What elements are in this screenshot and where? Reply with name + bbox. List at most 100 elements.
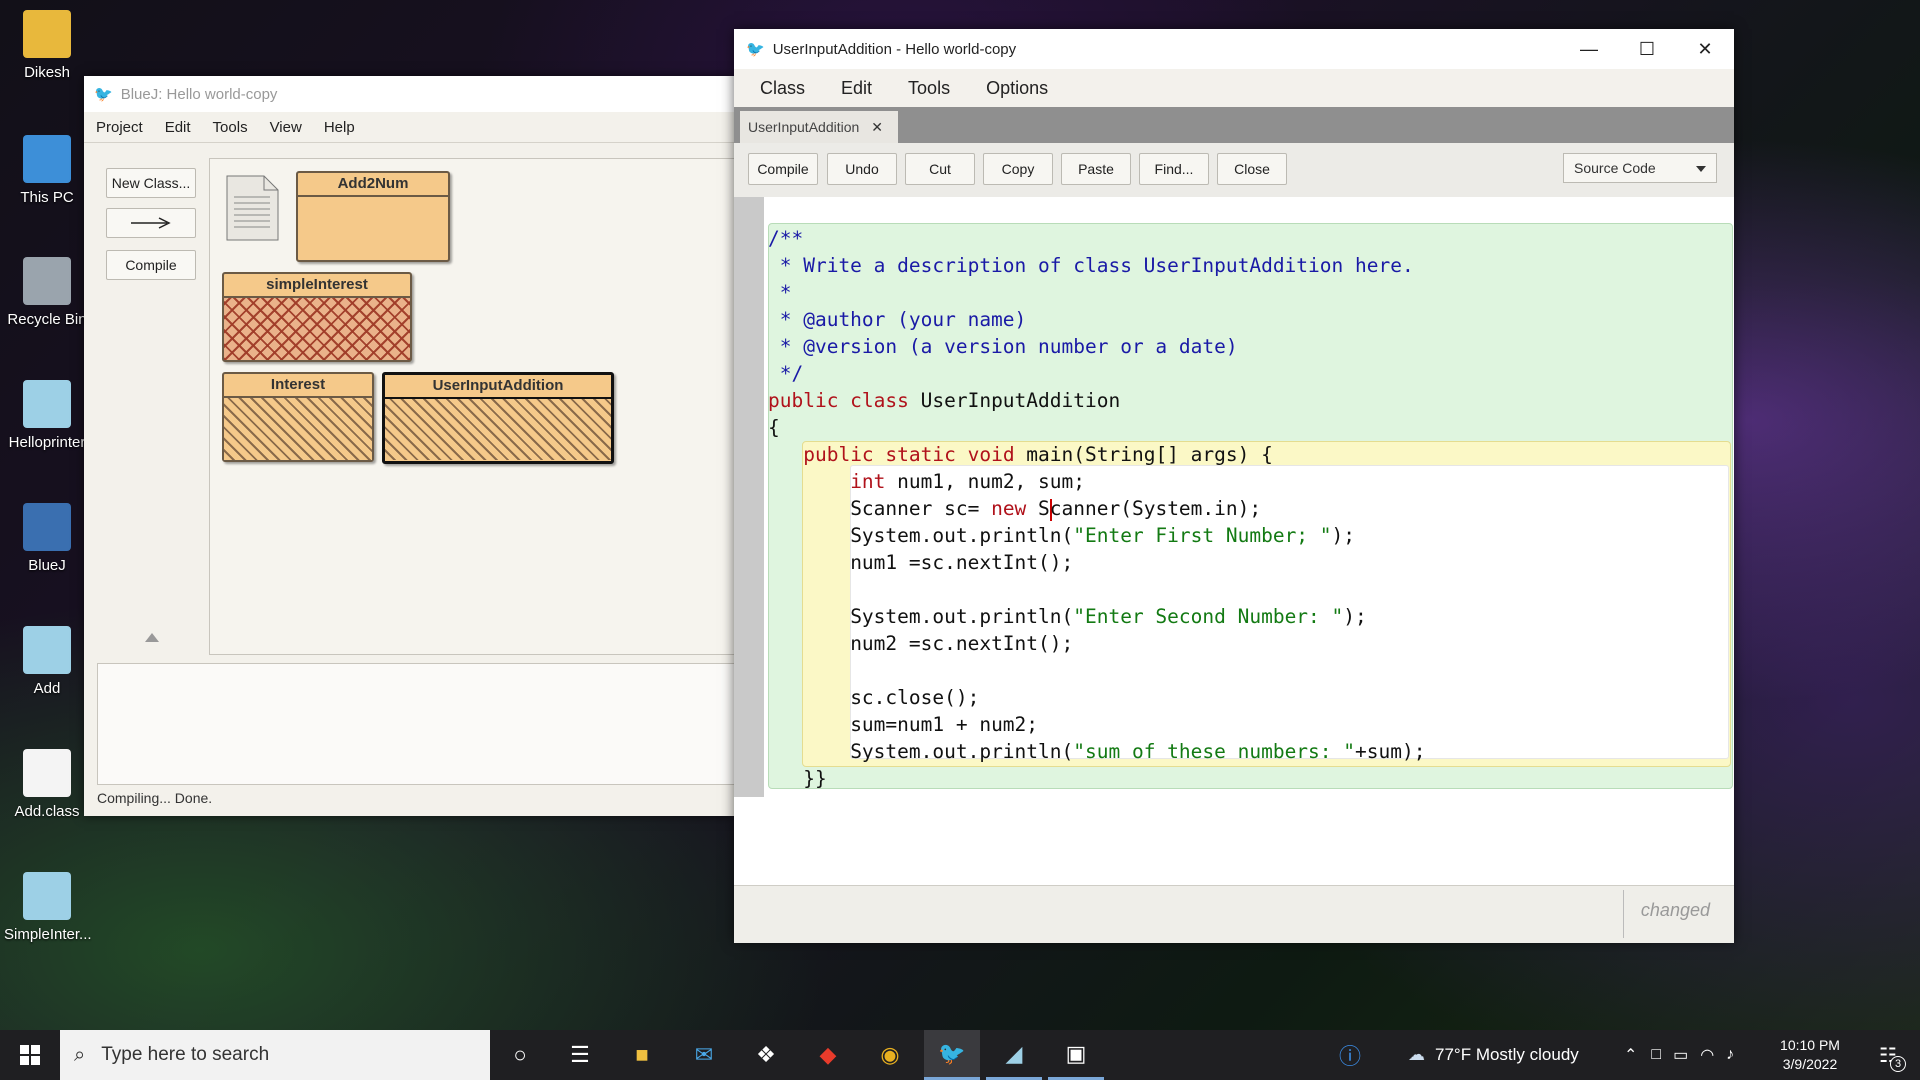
chevron-up-icon[interactable]: ⌃ xyxy=(1624,1045,1637,1065)
menu-edit[interactable]: Edit xyxy=(841,78,872,99)
compile-button[interactable]: Compile xyxy=(106,250,196,280)
desktop-icon-dikesh[interactable]: Dikesh xyxy=(4,10,90,81)
desktop-icon-simpleinter[interactable]: SimpleInter... xyxy=(4,872,92,943)
desktop-icon-this-pc[interactable]: This PC xyxy=(4,135,90,206)
class-name: Add2Num xyxy=(298,173,448,197)
menu-help[interactable]: Help xyxy=(324,119,355,136)
menu-options[interactable]: Options xyxy=(986,78,1048,99)
desktop-icon-recycle-bin[interactable]: Recycle Bin xyxy=(4,257,90,328)
title-bar: 🐦 BlueJ: Hello world-copy xyxy=(84,76,734,112)
app-diamond-icon[interactable]: ◆ xyxy=(800,1030,856,1080)
code-line: * @version (a version number or a date) xyxy=(768,335,1238,358)
mail-icon[interactable]: ✉ xyxy=(676,1030,732,1080)
bluej-editor-taskbar-icon[interactable]: ◢ xyxy=(986,1030,1042,1080)
line-gutter xyxy=(734,197,764,797)
class-simpleinterest[interactable]: simpleInterest xyxy=(222,272,412,362)
compile-error-pattern xyxy=(224,298,410,360)
device-icon[interactable]: □ xyxy=(1651,1046,1661,1064)
source-code[interactable]: /** * Write a description of class UserI… xyxy=(768,225,1425,792)
bluej-bird-icon: 🐦 xyxy=(746,41,765,58)
find-button[interactable]: Find... xyxy=(1139,153,1209,185)
code-editor[interactable]: /** * Write a description of class UserI… xyxy=(734,197,1734,887)
cloud-icon: ☁ xyxy=(1408,1045,1425,1064)
code-string: "Enter Second Number: " xyxy=(1073,605,1344,628)
dropbox-icon[interactable]: ❖ xyxy=(738,1030,794,1080)
clock[interactable]: 10:10 PM 3/9/2022 xyxy=(1770,1036,1850,1074)
window-title: UserInputAddition - Hello world-copy xyxy=(772,40,1017,58)
arrow-button[interactable] xyxy=(106,208,196,238)
volume-icon[interactable]: ♪ xyxy=(1726,1046,1734,1064)
wifi-icon[interactable]: ◠ xyxy=(1700,1045,1714,1065)
menu-tools[interactable]: Tools xyxy=(908,78,950,99)
bluej-file-icon xyxy=(23,380,71,428)
tab-strip: UserInputAddition ✕ xyxy=(734,107,1734,143)
compile-button[interactable]: Compile xyxy=(748,153,818,185)
code-line: * xyxy=(768,281,792,304)
notification-center-icon[interactable]: ☷ 3 xyxy=(1860,1030,1916,1080)
class-add2num[interactable]: Add2Num xyxy=(296,171,450,262)
view-select[interactable]: Source Code xyxy=(1563,153,1717,183)
cut-button[interactable]: Cut xyxy=(905,153,975,185)
menu-bar: Project Edit Tools View Help xyxy=(84,112,734,143)
code-keyword: int xyxy=(850,470,886,493)
bluej-main-window: 🐦 BlueJ: Hello world-copy Project Edit T… xyxy=(84,76,751,816)
maximize-button[interactable]: ☐ xyxy=(1618,29,1676,69)
class-userinputaddition[interactable]: UserInputAddition xyxy=(382,372,614,464)
code-keyword: public static void xyxy=(803,443,1015,466)
menu-view[interactable]: View xyxy=(270,119,302,136)
desktop-icon-bluej[interactable]: BlueJ xyxy=(4,503,90,574)
code-text: System.out.println( xyxy=(850,740,1074,763)
desktop-icon-add[interactable]: Add xyxy=(4,626,90,697)
file-explorer-icon[interactable]: ■ xyxy=(614,1030,670,1080)
taskbar-search-box[interactable]: ⌕ Type here to search xyxy=(60,1030,490,1080)
system-tray[interactable]: ⌃ □ ▭ ◠ ♪ xyxy=(1624,1030,1734,1080)
weather-text: 77°F Mostly cloudy xyxy=(1435,1045,1579,1064)
undo-button[interactable]: Undo xyxy=(827,153,897,185)
chrome-icon[interactable]: ◉ xyxy=(862,1030,918,1080)
window-title: BlueJ: Hello world-copy xyxy=(120,85,278,103)
clock-time: 10:10 PM xyxy=(1780,1037,1840,1053)
code-line: num1 =sc.nextInt(); xyxy=(850,551,1074,574)
clock-date: 3/9/2022 xyxy=(1782,1056,1838,1072)
uncompiled-pattern xyxy=(224,398,372,460)
code-string: "Enter First Number; " xyxy=(1073,524,1332,547)
class-interest[interactable]: Interest xyxy=(222,372,374,462)
uncompiled-pattern xyxy=(385,399,611,460)
terminal-icon[interactable]: ▣ xyxy=(1048,1030,1104,1080)
tab-userinputaddition[interactable]: UserInputAddition ✕ xyxy=(740,111,898,143)
menu-project[interactable]: Project xyxy=(96,119,143,136)
code-text: canner(System.in); xyxy=(1049,497,1262,520)
status-divider xyxy=(1623,890,1624,938)
bluej-taskbar-icon[interactable]: 🐦 xyxy=(924,1030,980,1080)
menu-class[interactable]: Class xyxy=(760,78,805,99)
desktop-icon-helloprinter[interactable]: Helloprinter xyxy=(4,380,90,451)
copy-button[interactable]: Copy xyxy=(983,153,1053,185)
weather-widget[interactable]: ☁ 77°F Mostly cloudy xyxy=(1408,1030,1579,1080)
code-text: main(String[] args) { xyxy=(1014,443,1273,466)
new-class-button[interactable]: New Class... xyxy=(106,168,196,198)
paste-button[interactable]: Paste xyxy=(1061,153,1131,185)
battery-icon[interactable]: ▭ xyxy=(1673,1045,1688,1065)
code-string: "sum of these numbers: " xyxy=(1073,740,1356,763)
readme-document-icon[interactable] xyxy=(226,175,280,241)
code-line: /** xyxy=(768,227,804,250)
menu-edit[interactable]: Edit xyxy=(165,119,191,136)
menu-tools[interactable]: Tools xyxy=(213,119,248,136)
editor-window: 🐦 UserInputAddition - Hello world-copy —… xyxy=(734,29,1734,943)
code-text: S xyxy=(1026,497,1050,520)
bluej-bird-icon: 🐦 xyxy=(94,86,113,103)
class-name: simpleInterest xyxy=(224,274,410,298)
help-icon[interactable]: ⓘ xyxy=(1322,1030,1378,1080)
minimize-button[interactable]: — xyxy=(1560,29,1618,69)
code-line: }} xyxy=(803,767,827,790)
close-button[interactable]: Close xyxy=(1217,153,1287,185)
class-diagram-canvas[interactable]: Add2Num simpleInterest Interest UserInpu… xyxy=(209,158,751,655)
close-window-button[interactable]: ✕ xyxy=(1676,29,1734,69)
windows-start-button[interactable] xyxy=(2,1030,58,1080)
desktop-icon-add-class[interactable]: Add.class xyxy=(4,749,90,820)
task-view-icon[interactable]: ☰ xyxy=(552,1030,608,1080)
collapse-up-icon[interactable] xyxy=(145,633,159,642)
close-icon[interactable]: ✕ xyxy=(871,119,883,136)
cortana-icon[interactable]: ○ xyxy=(492,1030,548,1080)
code-text: Scanner sc= xyxy=(850,497,992,520)
